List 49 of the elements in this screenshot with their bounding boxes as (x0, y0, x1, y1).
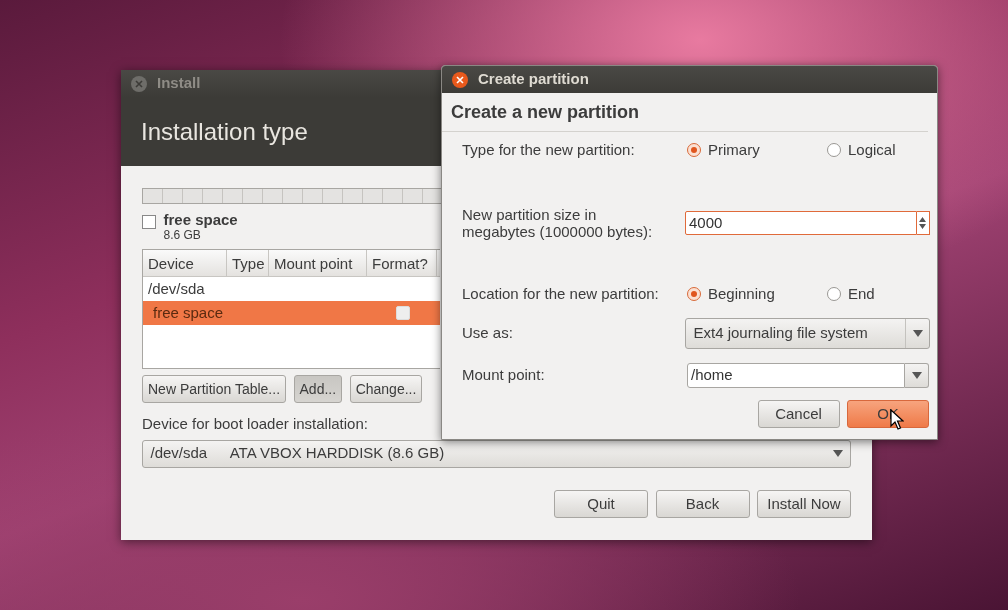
column-header[interactable]: Device (143, 250, 227, 276)
window-title: Install (157, 73, 201, 94)
table-row[interactable]: /dev/sda (143, 277, 440, 301)
file-system-dropdown[interactable]: Ext4 journaling file system (685, 318, 930, 349)
option-label: End (848, 283, 875, 304)
table-button[interactable]: Change... (349, 375, 423, 403)
page-heading: Installation type (141, 116, 308, 147)
format-checkbox[interactable] (396, 306, 410, 320)
dialog-heading: Create a new partition (442, 93, 928, 132)
cancel-button[interactable]: Cancel (757, 400, 840, 428)
legend-size: 8.6 GB (163, 227, 201, 242)
radio-button[interactable] (827, 287, 841, 301)
field-label: Location for the new partition: (462, 283, 660, 304)
quit-button[interactable]: Quit (554, 489, 648, 518)
option-label: Beginning (708, 283, 775, 304)
table-button[interactable]: New Partition Table... (142, 375, 287, 403)
option-label: Primary (708, 139, 760, 160)
column-header[interactable]: Format? (367, 250, 437, 276)
field-label: Use as: (462, 323, 514, 344)
table-row[interactable]: free space (143, 301, 440, 325)
device-path: /dev/sda (150, 443, 208, 464)
radio-button[interactable] (827, 143, 841, 157)
table-button[interactable]: Add... (293, 375, 343, 403)
dropdown-arrow-icon (833, 450, 843, 457)
field-label: Type for the new partition: (462, 139, 636, 160)
column-header[interactable]: Mount point (269, 250, 367, 276)
dropdown-arrow-icon (911, 372, 922, 379)
device-description: ATA VBOX HARDDISK (8.6 GB) (229, 443, 445, 464)
boot-loader-label: Device for boot loader installation: (142, 414, 368, 434)
dialog-title: Create partition (478, 69, 589, 90)
field-label: Mount point: (462, 365, 546, 386)
dropdown-arrow-icon (912, 330, 923, 337)
boot-loader-dropdown[interactable]: /dev/sda ATA VBOX HARDDISK (8.6 GB) (142, 439, 851, 468)
field-label: New partition size in megabytes (1000000 bytes): (462, 206, 654, 240)
spin-arrows-icon[interactable] (917, 211, 930, 235)
table-cell-text: free space (152, 302, 224, 323)
option-label: Logical (848, 139, 896, 160)
size-field[interactable]: 4000 (685, 211, 917, 235)
install-button[interactable]: Install Now (757, 489, 851, 518)
radio-button[interactable] (687, 287, 701, 301)
column-header[interactable]: Type (227, 250, 269, 276)
back-button[interactable]: Back (655, 489, 750, 518)
dropdown-button[interactable] (905, 363, 929, 388)
mount-point-field[interactable]: /home (687, 363, 905, 388)
legend-label: free space (163, 211, 238, 228)
table-cell-text: /dev/sda (148, 278, 205, 299)
legend-checkbox[interactable] (142, 214, 156, 229)
radio-button[interactable] (687, 143, 701, 157)
close-button[interactable] (452, 71, 468, 88)
